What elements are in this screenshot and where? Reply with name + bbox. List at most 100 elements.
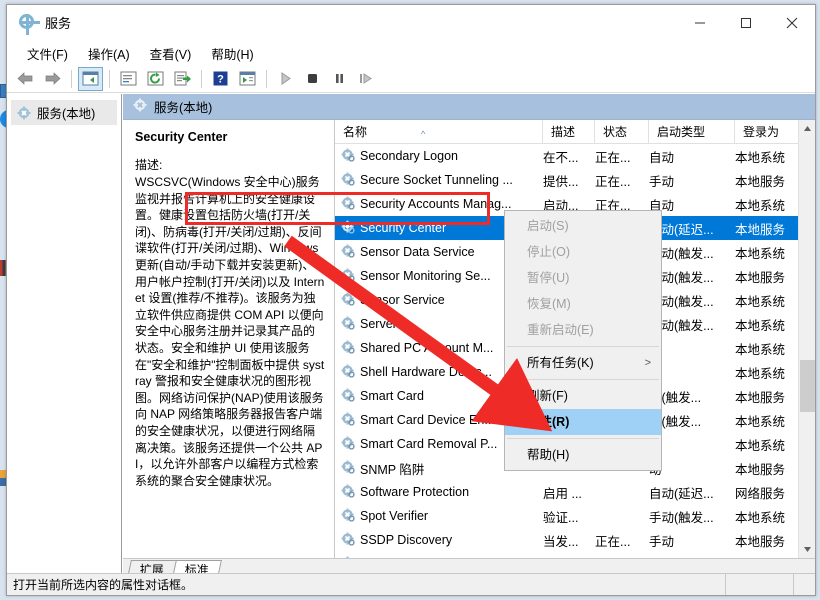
title-bar: 服务 (7, 5, 815, 41)
ctx-all-tasks[interactable]: 所有任务(K)> (505, 350, 661, 376)
service-gear-icon (341, 196, 355, 213)
cell-service-name: SSDP Discovery (335, 532, 543, 549)
window-controls (677, 5, 815, 41)
results-split: Security Center 描述: WSCSVC(Windows 安全中心)… (123, 120, 815, 558)
status-bar-divider-2 (793, 574, 794, 595)
list-vertical-scrollbar[interactable] (798, 120, 815, 558)
scroll-up-icon[interactable] (799, 120, 815, 137)
tree-item-services-local[interactable]: 服务(本地) (11, 100, 117, 125)
sort-ascending-icon: ^ (421, 122, 425, 144)
cell-service-name: Secondary Logon (335, 148, 543, 165)
context-menu-separator (507, 379, 659, 380)
minimize-button[interactable] (677, 5, 723, 41)
menu-view[interactable]: 查看(V) (140, 41, 202, 66)
ctx-resume: 恢复(M) (505, 291, 661, 317)
column-header-name[interactable]: 名称 ^ (335, 120, 543, 144)
service-gear-icon (341, 556, 355, 559)
scrollbar-thumb[interactable] (800, 360, 815, 412)
cell-description: 提供... (543, 171, 595, 190)
cell-status: 正在... (595, 555, 649, 559)
refresh-icon[interactable] (143, 67, 168, 91)
results-pane-header: 服务(本地) (123, 94, 815, 120)
cell-startup-type: 手动 (649, 555, 735, 559)
column-header-status[interactable]: 状态 (595, 120, 649, 144)
ctx-refresh[interactable]: 刷新(F) (505, 383, 661, 409)
back-icon[interactable] (13, 67, 38, 91)
column-header-startup[interactable]: 启动类型 (649, 120, 735, 144)
restart-service-icon[interactable] (354, 67, 379, 91)
maximize-button[interactable] (723, 5, 769, 41)
services-gear-icon (133, 98, 147, 115)
service-gear-icon (341, 148, 355, 165)
menu-action[interactable]: 操作(A) (78, 41, 140, 66)
service-name-label: Security Center (360, 221, 446, 235)
toolbar-separator-3 (201, 70, 202, 88)
services-window: 服务 文件(F) 操作(A) 查看(V) 帮助(H) (6, 4, 816, 596)
toolbar: ? (7, 65, 815, 93)
status-bar-divider-1 (725, 574, 726, 595)
scroll-down-icon[interactable] (799, 541, 815, 558)
status-bar: 打开当前所选内容的属性对话框。 (7, 573, 815, 595)
context-menu-item-label: 属性(R) (527, 415, 569, 429)
cell-service-name: Spot Verifier (335, 508, 543, 525)
close-button[interactable] (769, 5, 815, 41)
menu-file[interactable]: 文件(F) (17, 41, 78, 66)
ctx-restart: 重新启动(E) (505, 317, 661, 343)
stop-service-icon[interactable] (300, 67, 325, 91)
service-name-label: Sensor Data Service (360, 245, 475, 259)
cell-service-name: Software Protection (335, 484, 543, 501)
ctx-start: 启动(S) (505, 213, 661, 239)
column-header-description[interactable]: 描述 (543, 120, 595, 144)
table-row[interactable]: Secondary Logon在不...正在...自动本地系统 (335, 144, 815, 168)
detail-description-text: WSCSVC(Windows 安全中心)服务监视并报告计算机上的安全健康设置。健… (135, 174, 326, 489)
context-menu-item-label: 重新启动(E) (527, 323, 594, 337)
service-gear-icon (341, 460, 355, 477)
show-hide-tree-icon[interactable] (78, 67, 103, 91)
service-gear-icon (341, 364, 355, 381)
cell-description: 验证... (543, 507, 595, 526)
ctx-help[interactable]: 帮助(H) (505, 442, 661, 468)
service-name-label: Secondary Logon (360, 149, 458, 163)
ctx-properties[interactable]: 属性(R) (505, 409, 661, 435)
context-menu-item-label: 停止(O) (527, 245, 570, 259)
results-pane-title: 服务(本地) (154, 97, 212, 116)
cell-status: 正在... (595, 531, 649, 550)
list-header: 名称 ^ 描述 状态 启动类型 登录为 (335, 120, 815, 144)
start-service-icon[interactable] (273, 67, 298, 91)
ctx-pause: 暂停(U) (505, 265, 661, 291)
ctx-stop: 停止(O) (505, 239, 661, 265)
service-name-label: Smart Card Removal P... (360, 437, 497, 451)
table-row[interactable]: Spot Verifier验证...手动(触发...本地系统 (335, 504, 815, 528)
service-name-label: Sensor Monitoring Se... (360, 269, 491, 283)
table-row[interactable]: Secure Socket Tunneling ...提供...正在...手动本… (335, 168, 815, 192)
tree-item-label: 服务(本地) (37, 103, 95, 122)
service-gear-icon (341, 292, 355, 309)
service-gear-icon (341, 412, 355, 429)
pause-service-icon[interactable] (327, 67, 352, 91)
export-list-icon[interactable] (170, 67, 195, 91)
help-icon[interactable]: ? (208, 67, 233, 91)
window-title: 服务 (45, 13, 71, 32)
service-gear-icon (341, 532, 355, 549)
service-name-label: SNMP 陷阱 (360, 459, 424, 478)
table-row[interactable]: Software Protection启用 ...自动(延迟...网络服务 (335, 480, 815, 504)
properties-icon[interactable] (116, 67, 141, 91)
svg-text:?: ? (217, 74, 224, 86)
menu-help[interactable]: 帮助(H) (201, 41, 263, 66)
service-name-label: Shell Hardware Detec... (360, 365, 492, 379)
show-console-tree-icon[interactable] (235, 67, 260, 91)
service-gear-icon (341, 484, 355, 501)
table-row[interactable]: SSDP Discovery当发...正在...手动本地服务 (335, 528, 815, 552)
context-menu-item-label: 帮助(H) (527, 448, 569, 462)
detail-description-label: 描述: (135, 156, 326, 173)
cell-startup-type: 手动(触发... (649, 507, 735, 526)
forward-icon[interactable] (40, 67, 65, 91)
service-gear-icon (341, 316, 355, 333)
service-name-label: Secure Socket Tunneling ... (360, 173, 513, 187)
table-row[interactable]: State Repository Service为应...正在...手动本地系统 (335, 552, 815, 558)
service-name-label: Shared PC Account M... (360, 341, 493, 355)
service-gear-icon (341, 508, 355, 525)
service-gear-icon (341, 388, 355, 405)
context-menu-item-label: 所有任务(K) (527, 356, 594, 370)
service-gear-icon (341, 220, 355, 237)
